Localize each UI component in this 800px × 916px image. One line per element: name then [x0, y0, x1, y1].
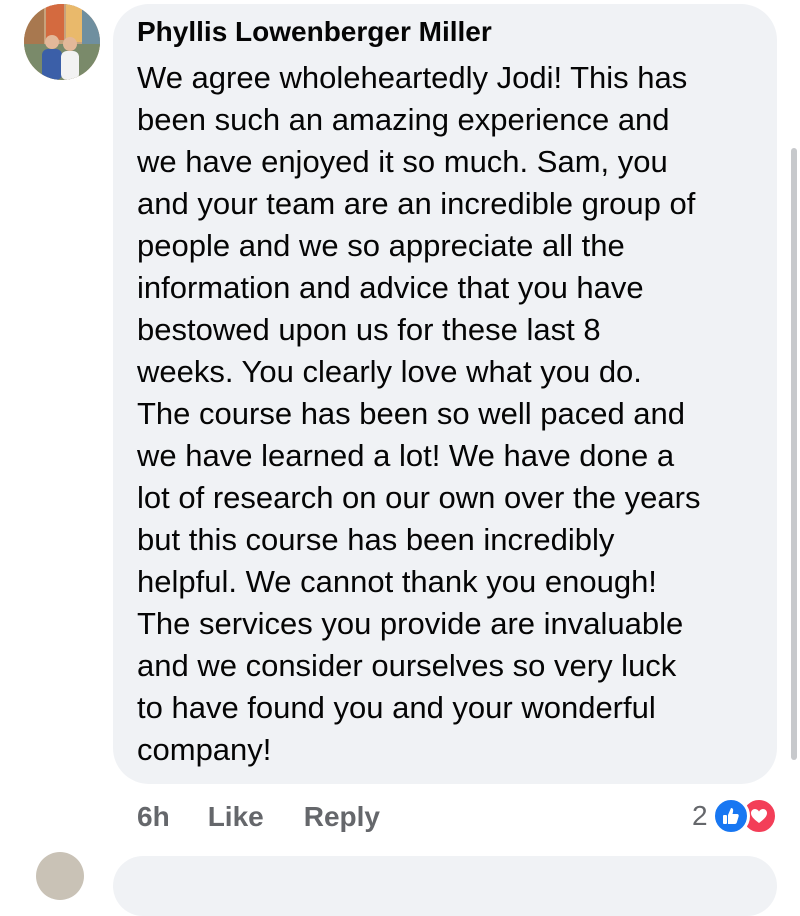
comment-timestamp[interactable]: 6h [137, 801, 170, 833]
comment-line: lot of research on our own over the year… [137, 480, 701, 515]
comment-line: people and we so appreciate all the [137, 228, 625, 263]
next-comment-bubble [113, 856, 777, 916]
comment-line: we have enjoyed it so much. Sam, you [137, 144, 668, 179]
comment-line: helpful. We cannot thank you enough! [137, 564, 657, 599]
comment-line: and your team are an incredible group of [137, 186, 696, 221]
comment-line: information and advice that you have [137, 270, 644, 305]
scrollbar[interactable] [791, 148, 797, 760]
next-comment-avatar[interactable] [36, 852, 84, 900]
comment-line: company! [137, 732, 272, 767]
comment-line: We agree wholeheartedly Jodi! This has [137, 60, 688, 95]
comment-line: bestowed upon us for these last 8 [137, 312, 601, 347]
comment-text: We agree wholeheartedly Jodi! This has b… [137, 57, 767, 771]
comment-line: The course has been so well paced and [137, 396, 686, 431]
comment-line: to have found you and your wonderful [137, 690, 656, 725]
comment-line: weeks. You clearly love what you do. [137, 354, 642, 389]
like-button[interactable]: Like [208, 801, 264, 833]
reply-button[interactable]: Reply [304, 801, 380, 833]
comment-line: and we consider ourselves so very luck [137, 648, 677, 683]
reactions-summary[interactable]: 2 [692, 796, 778, 836]
comment-author-name[interactable]: Phyllis Lowenberger Miller [137, 16, 492, 48]
comment-line: The services you provide are invaluable [137, 606, 684, 641]
comment-line: been such an amazing experience and [137, 102, 670, 137]
comment-actions: 6h Like Reply [137, 797, 380, 837]
comment-line: but this course has been incredibly [137, 522, 615, 557]
reaction-count: 2 [692, 800, 708, 831]
author-avatar[interactable] [24, 4, 100, 80]
comment-line: we have learned a lot! We have done a [137, 438, 675, 473]
like-icon [711, 797, 750, 835]
